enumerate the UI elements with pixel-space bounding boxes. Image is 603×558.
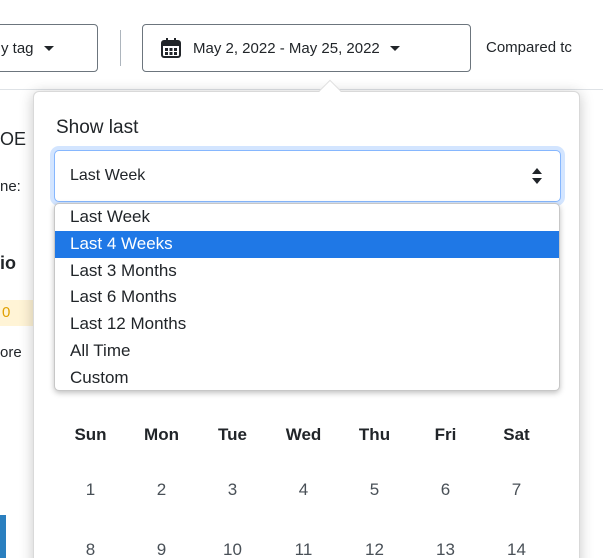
- chevron-down-icon: [43, 45, 54, 51]
- filter-by-tag-label: y tag: [1, 39, 34, 57]
- show-last-select-value: Last Week: [70, 167, 146, 184]
- date-range-label: May 2, 2022 - May 25, 2022: [193, 39, 380, 57]
- calendar-week-row: 8 9 10 11 12 13 14: [55, 540, 555, 558]
- background-section-title: io: [0, 253, 16, 273]
- calendar-day[interactable]: 7: [481, 480, 552, 500]
- calendar-day[interactable]: 6: [410, 480, 481, 500]
- dropdown-option[interactable]: Custom: [55, 365, 559, 390]
- chevron-down-icon: [389, 45, 400, 51]
- background-heading: OE: [0, 129, 27, 149]
- background-more-text: ore: [0, 344, 22, 361]
- calendar-weekday-row: Sun Mon Tue Wed Thu Fri Sat: [55, 425, 555, 445]
- select-arrows-icon: [532, 168, 542, 184]
- calendar-day[interactable]: 8: [55, 540, 126, 558]
- calendar-day[interactable]: 2: [126, 480, 197, 500]
- calendar-day[interactable]: 9: [126, 540, 197, 558]
- calendar-weekday: Sat: [503, 425, 530, 444]
- background-badge-text: 0: [2, 304, 11, 321]
- background-subtext: ne:: [0, 178, 21, 195]
- toolbar: y tag May 2, 2022 - May 25, 2022 Compare…: [0, 0, 603, 90]
- calendar-day[interactable]: 10: [197, 540, 268, 558]
- app-root: y tag May 2, 2022 - May 25, 2022 Compare…: [0, 0, 603, 558]
- calendar-weekday: Sun: [74, 425, 107, 444]
- filter-by-tag-button[interactable]: y tag: [0, 24, 98, 72]
- calendar-weekday: Mon: [144, 425, 179, 444]
- background-accent-bar: [0, 515, 6, 558]
- show-last-label: Show last: [56, 117, 139, 138]
- toolbar-divider: [120, 30, 121, 66]
- calendar-day[interactable]: 1: [55, 480, 126, 500]
- calendar-weekday: Fri: [434, 425, 457, 444]
- date-range-button[interactable]: May 2, 2022 - May 25, 2022: [142, 24, 471, 72]
- dropdown-option[interactable]: Last Week: [55, 204, 559, 231]
- calendar-day[interactable]: 3: [197, 480, 268, 500]
- dropdown-option[interactable]: Last 3 Months: [55, 258, 559, 285]
- dropdown-option[interactable]: All Time: [55, 338, 559, 365]
- calendar-weekday: Thu: [358, 425, 391, 444]
- calendar-day[interactable]: 13: [410, 540, 481, 558]
- show-last-dropdown-list: Last Week Last 4 Weeks Last 3 Months Last 6…: [54, 203, 560, 391]
- show-last-select[interactable]: Last Week: [54, 150, 561, 202]
- calendar-day[interactable]: 14: [481, 540, 552, 558]
- calendar-weekday: Wed: [285, 425, 322, 444]
- dropdown-option[interactable]: Last 12 Months: [55, 311, 559, 338]
- calendar-day[interactable]: 4: [268, 480, 339, 500]
- dropdown-option[interactable]: Last 4 Weeks: [55, 230, 559, 258]
- calendar-week-row: 1234567: [55, 480, 555, 500]
- calendar-icon: [161, 38, 181, 58]
- calendar-day[interactable]: 5: [339, 480, 410, 500]
- calendar-day[interactable]: 12: [339, 540, 410, 558]
- compared-to-label[interactable]: Compared tc: [486, 39, 572, 56]
- dropdown-option[interactable]: Last 6 Months: [55, 284, 559, 311]
- calendar-day[interactable]: 11: [268, 540, 339, 558]
- calendar-weekday: Tue: [218, 425, 247, 444]
